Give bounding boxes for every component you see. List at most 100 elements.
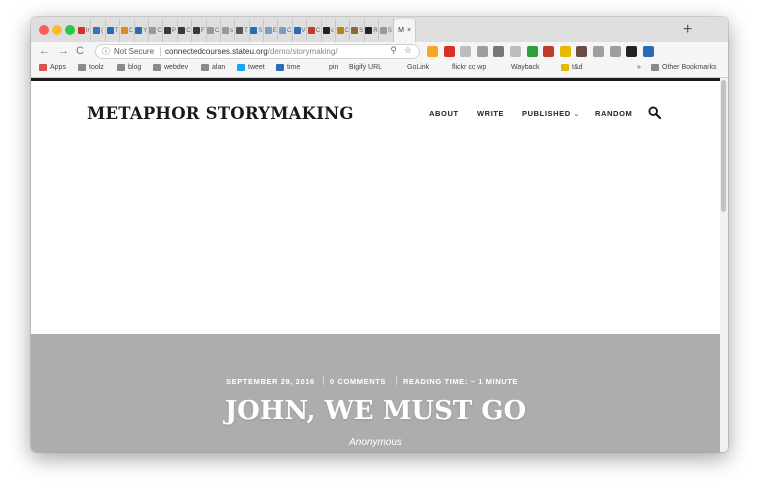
bookmark-apps[interactable]: Apps [39, 64, 66, 71]
post-date[interactable]: SEPTEMBER 29, 2016 [226, 377, 315, 386]
browser-tab[interactable]: S [379, 19, 394, 42]
tab-favicon-icon [264, 27, 272, 34]
browser-tab[interactable]: Y [135, 19, 149, 42]
browser-tab[interactable]: C [336, 19, 351, 42]
extension-icon[interactable] [526, 46, 538, 57]
browser-tab[interactable]: C [120, 19, 135, 42]
browser-tab[interactable]: P [163, 19, 178, 42]
browser-tab[interactable]: C [149, 19, 164, 42]
reload-button[interactable]: C [76, 43, 84, 60]
browser-tab[interactable]: T [235, 19, 250, 42]
post-title[interactable]: JOHN, WE MUST GO [31, 396, 720, 426]
extension-icon[interactable] [642, 46, 654, 57]
tab-strip: Ir(T C Y C P C F Cs T S E C V Cc C S R S M × + [31, 17, 728, 42]
browser-tab[interactable]: C [207, 19, 221, 42]
extension-icon[interactable] [427, 46, 438, 57]
search-icon[interactable] [648, 106, 661, 119]
close-tab-icon[interactable]: × [407, 27, 411, 34]
browser-tab[interactable]: Ir [77, 19, 92, 42]
bookmark-flickr-cc-wp[interactable]: flickr cc wp [452, 64, 486, 132]
extension-icon[interactable] [476, 46, 488, 57]
browser-tab[interactable]: C [278, 19, 293, 42]
browser-tab[interactable]: S [350, 19, 365, 42]
zoom-icon[interactable]: ⚲ [390, 45, 397, 56]
tab-favicon-icon [93, 27, 101, 34]
other-bookmarks-label: Other Bookmarks [662, 64, 717, 71]
tab-title: c [330, 27, 334, 34]
tab-title: M [398, 27, 404, 34]
forward-button[interactable]: → [58, 43, 69, 60]
nav-about[interactable]: ABOUT [429, 109, 459, 118]
tab-title: S [359, 27, 364, 34]
url-host: connectedcourses.stateu.org [165, 46, 268, 56]
nav-write[interactable]: WRITE [477, 109, 504, 118]
tab-favicon-icon [336, 27, 344, 34]
browser-tab[interactable]: c [322, 19, 337, 42]
extension-icon[interactable] [493, 46, 505, 57]
extension-icon[interactable] [576, 46, 588, 57]
bookmark-tweet[interactable]: tweet [237, 64, 265, 71]
tab-favicon-icon [106, 27, 114, 34]
bookmark-bigify-url[interactable]: Bigify URL [349, 64, 382, 132]
browser-tab[interactable]: T [106, 19, 121, 42]
folder-icon [201, 64, 209, 71]
nav-random[interactable]: RANDOM [595, 109, 632, 118]
dots-icon [561, 64, 569, 71]
bookmark-star-icon[interactable]: ☆ [404, 45, 412, 56]
new-tab-button[interactable]: + [683, 20, 692, 40]
post-reading-time: READING TIME: ~ 1 MINUTE [403, 377, 519, 386]
bookmark-blog[interactable]: blog [117, 64, 141, 71]
browser-tab[interactable]: S [250, 19, 265, 42]
browser-tab[interactable]: E [264, 19, 279, 42]
tab-favicon-icon [164, 27, 172, 34]
browser-tab[interactable]: R [365, 19, 380, 42]
back-button[interactable]: ← [39, 43, 50, 60]
site-title[interactable]: METAPHOR STORYMAKING [87, 104, 354, 123]
bookmark-wayback[interactable]: Wayback [511, 64, 540, 132]
extension-icon[interactable] [509, 46, 521, 57]
extension-icon[interactable] [443, 46, 455, 57]
extension-icon[interactable] [609, 46, 621, 57]
extension-icon[interactable] [460, 46, 472, 57]
scrollbar-thumb[interactable] [721, 80, 726, 212]
bookmark-webdev[interactable]: webdev [153, 64, 188, 71]
extension-icon[interactable] [543, 46, 555, 57]
address-bar[interactable]: ⓘ Not Secure connectedcourses.stateu.org… [95, 44, 420, 59]
browser-tab[interactable]: ( [91, 19, 106, 42]
tab-favicon-icon [322, 27, 330, 34]
nav-published[interactable]: PUBLISHED ⌄ [522, 109, 580, 118]
browser-tab[interactable]: C [307, 19, 322, 42]
browser-tab[interactable]: s [221, 19, 236, 42]
browser-tab[interactable]: F [192, 19, 207, 42]
info-icon[interactable]: ⓘ [102, 46, 110, 57]
bookmark-label: pin [329, 64, 339, 71]
post-comments[interactable]: 0 COMMENTS [330, 377, 386, 386]
url-text[interactable]: connectedcourses.stateu.org/demo/storyma… [165, 47, 338, 56]
bookmark-pin[interactable]: pin [329, 64, 339, 132]
close-window-button[interactable] [39, 25, 49, 35]
extension-icon[interactable] [592, 46, 604, 57]
minimize-window-button[interactable] [52, 25, 62, 35]
browser-tab[interactable]: C [178, 19, 193, 42]
bookmark-t-d[interactable]: t&d [561, 64, 583, 71]
extension-icon[interactable] [559, 46, 571, 57]
bookmarks-overflow-button[interactable]: » [637, 64, 641, 71]
folder-icon [78, 64, 86, 71]
bookmark-time[interactable]: time [276, 64, 300, 71]
bookmark-alan[interactable]: alan [201, 64, 225, 71]
bookmark-label: t&d [572, 64, 583, 71]
extension-icon[interactable] [626, 46, 638, 57]
browser-tab[interactable]: V [293, 19, 308, 42]
tab-title: C [344, 27, 349, 34]
bookmark-golink[interactable]: GoLink [407, 64, 429, 132]
bookmark-toolz[interactable]: toolz [78, 64, 104, 71]
page-scrollbar[interactable] [720, 78, 728, 452]
tab-title: R [373, 27, 378, 34]
tab-favicon-icon [307, 27, 315, 34]
tab-title: s [230, 27, 234, 34]
active-browser-tab[interactable]: M × [393, 19, 416, 42]
maximize-window-button[interactable] [65, 25, 75, 35]
other-bookmarks-folder[interactable]: Other Bookmarks [651, 64, 716, 71]
web-page: METAPHOR STORYMAKING ABOUT WRITE PUBLISH… [31, 78, 720, 452]
page-top-bar [31, 78, 720, 81]
